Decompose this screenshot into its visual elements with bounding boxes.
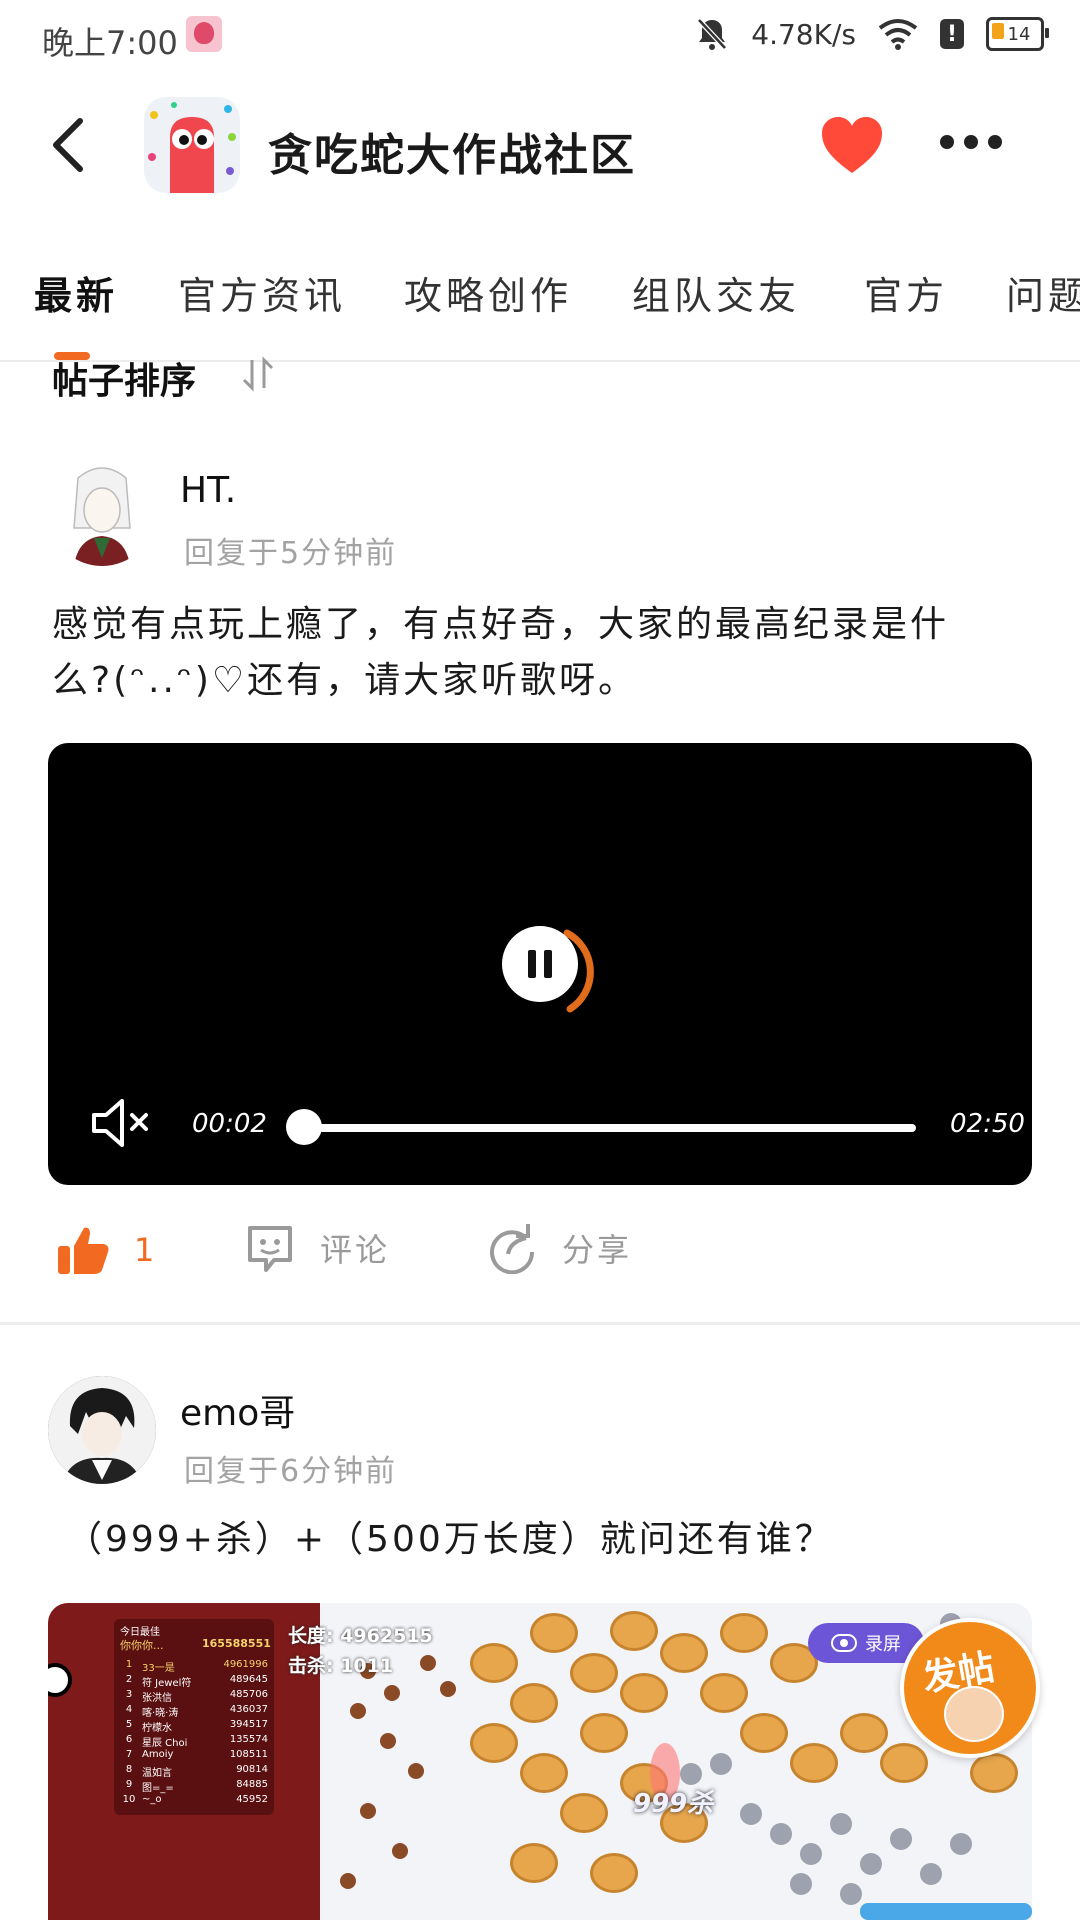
tab-questions[interactable]: 问题 xyxy=(1006,265,1080,320)
post-body: （999+杀）+（500万长度）就问还有谁？ xyxy=(66,1519,834,1560)
heart-icon[interactable] xyxy=(820,115,884,175)
leaderboard-row: 10 ~_o 45952 xyxy=(122,1794,268,1805)
best-player: 你你你... xyxy=(120,1639,164,1652)
avatar[interactable] xyxy=(48,458,156,566)
leaderboard-row: 2符 Jewel符 489645 xyxy=(125,1674,268,1689)
tab-guides[interactable]: 攻略创作 xyxy=(404,265,572,320)
page-title: 贪吃蛇大作战社区 xyxy=(268,130,636,181)
wifi-icon xyxy=(878,19,918,50)
pause-button[interactable] xyxy=(502,926,578,1002)
strawberry-app-icon xyxy=(186,16,222,52)
avatar[interactable] xyxy=(48,1376,156,1484)
post-username[interactable]: HT. xyxy=(180,470,236,511)
video-current-time: 00:02 xyxy=(192,1109,267,1139)
alert-icon: ! xyxy=(940,19,964,49)
kills-tag: 999杀 xyxy=(633,1789,714,1819)
post-text-line: 么?(ᵔ..ᵔ)♡还有，请大家听歌呀。 xyxy=(52,660,638,701)
post-image[interactable]: 今日最佳 你你你... 165588551 1 33一是 4961996 2符 Je… xyxy=(48,1603,1032,1920)
post-username[interactable]: emo哥 xyxy=(180,1384,295,1436)
category-tabs: 最新 官方资讯 攻略创作 组队交友 官方 问题 xyxy=(0,255,1080,325)
like-button[interactable]: 1 xyxy=(56,1224,157,1276)
video-progress-knob[interactable] xyxy=(286,1109,322,1145)
leaderboard-row: 5 柠檬水 394517 xyxy=(125,1719,268,1734)
video-progress-bar[interactable] xyxy=(302,1124,916,1132)
camera-icon xyxy=(831,1634,857,1652)
post-actions: 1 评论 分享 xyxy=(0,1218,1080,1298)
leaderboard-row: 7 Amoiy 108511 xyxy=(125,1749,268,1760)
status-time: 晚上7:00 xyxy=(42,24,178,62)
edge-button xyxy=(48,1663,72,1697)
post-text-line: 感觉有点玩上瘾了，有点好奇，大家的最高纪录是什 xyxy=(52,604,950,645)
leaderboard-row: 1 33一是 4961996 xyxy=(125,1659,268,1674)
tab-official[interactable]: 官方 xyxy=(864,265,948,320)
share-label: 分享 xyxy=(562,1231,633,1269)
leaderboard: 今日最佳 你你你... 165588551 1 33一是 4961996 2符 Je… xyxy=(114,1619,274,1815)
status-bar: 晚上7:00 4.78K/s ! 14 xyxy=(0,0,1080,75)
leaderboard-row: 6 星辰 Choi 135574 xyxy=(125,1734,268,1749)
status-indicators: 4.78K/s ! 14 xyxy=(695,16,1049,52)
like-count: 1 xyxy=(134,1231,158,1269)
best-score: 165588551 xyxy=(202,1637,271,1650)
post-time: 回复于5分钟前 xyxy=(184,536,398,571)
record-label: 录屏 xyxy=(865,1634,901,1655)
leaderboard-row: 4 喀·晓·涛 436037 xyxy=(125,1704,268,1719)
tab-latest[interactable]: 最新 xyxy=(34,265,118,320)
leaderboard-row: 9 图=_= 84885 xyxy=(125,1779,268,1794)
mascot-icon xyxy=(944,1686,1004,1742)
thumbs-up-icon xyxy=(58,1227,109,1274)
community-header: 贪吃蛇大作战社区 xyxy=(0,75,1080,215)
new-post-button[interactable]: 发帖 xyxy=(900,1618,1040,1758)
share-icon xyxy=(490,1224,535,1274)
bell-muted-icon xyxy=(697,18,728,50)
leaderboard-title: 今日最佳 xyxy=(120,1627,160,1638)
leaderboard-panel: 今日最佳 你你你... 165588551 1 33一是 4961996 2符 Je… xyxy=(48,1603,320,1920)
sort-icon[interactable] xyxy=(240,356,276,392)
tab-team-up[interactable]: 组队交友 xyxy=(632,265,800,320)
video-player[interactable]: 00:02 02:50 xyxy=(48,743,1032,1185)
kills-stat: 击杀: 1011 xyxy=(288,1655,394,1677)
app-icon[interactable] xyxy=(144,97,240,193)
post-divider xyxy=(0,1322,1080,1325)
share-button[interactable]: 分享 xyxy=(486,1222,632,1274)
more-icon[interactable] xyxy=(940,135,1002,149)
comment-icon xyxy=(248,1226,292,1272)
battery-level: 14 xyxy=(1007,23,1031,45)
active-tab-indicator xyxy=(54,352,90,360)
post-time: 回复于6分钟前 xyxy=(184,1454,398,1489)
video-duration: 02:50 xyxy=(950,1109,1025,1139)
length-stat: 长度: 4962515 xyxy=(288,1625,433,1647)
leaderboard-row: 8 温如言 90814 xyxy=(125,1764,268,1779)
comment-label: 评论 xyxy=(320,1231,391,1269)
post-body: 感觉有点玩上瘾了，有点好奇，大家的最高纪录是什 么?(ᵔ..ᵔ)♡还有，请大家听… xyxy=(52,597,1042,709)
comment-button[interactable]: 评论 xyxy=(244,1222,390,1274)
leaderboard-row: 3 张洪信 485706 xyxy=(125,1689,268,1704)
back-arrow-icon[interactable] xyxy=(48,117,88,173)
tab-official-news[interactable]: 官方资讯 xyxy=(178,265,346,320)
mute-icon[interactable] xyxy=(90,1095,150,1151)
network-speed: 4.78K/s xyxy=(751,17,856,51)
battery-icon: 14 xyxy=(986,17,1049,51)
